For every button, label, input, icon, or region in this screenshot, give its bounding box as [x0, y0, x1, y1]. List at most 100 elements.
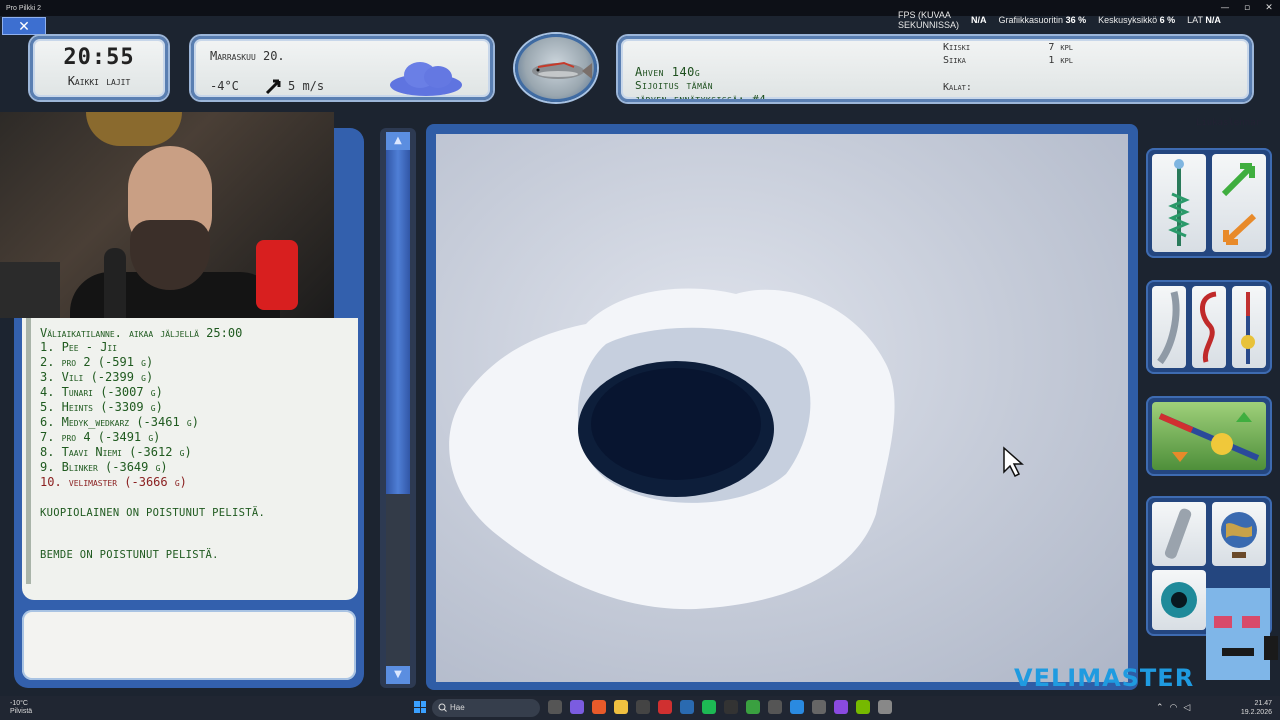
- streamer-watermark: VELIMASTER: [1014, 664, 1195, 692]
- chat-message: KUOPIOLAINEN ON POISTUNUT PELISTÄ.: [40, 507, 266, 519]
- standing-row: 1. Pee - Jii: [40, 340, 118, 354]
- gpu-value: 36 %: [1065, 15, 1087, 25]
- performance-overlay: FPS (KUVAA SEKUNNISSA) N/A Grafiikkasuor…: [898, 8, 1280, 32]
- toolbox-rod: [1146, 396, 1272, 476]
- wifi-icon[interactable]: ◠: [1170, 702, 1178, 713]
- start-icon[interactable]: [414, 701, 426, 713]
- fish-count-row: Siika 1 kpl: [943, 55, 1073, 66]
- standing-row: 7. pro 4 (-3491 g): [40, 430, 161, 444]
- player-name-tag: Liukaslennar: [1196, 118, 1262, 128]
- chat-input[interactable]: [22, 610, 356, 680]
- lat-label: LAT: [1187, 15, 1203, 25]
- standing-row: 4. Tunari (-3007 g): [40, 385, 163, 399]
- globe-icon[interactable]: [1212, 502, 1266, 566]
- chat-log[interactable]: Väliaikatilanne. aikaa jäljellä 25:00 1.…: [22, 318, 358, 600]
- nvidia-icon[interactable]: [856, 700, 870, 714]
- standing-row: 6. Medyk_wedkarz (-3461 g): [40, 415, 199, 429]
- ice-hole-graphic: [449, 288, 895, 610]
- folder-icon[interactable]: [614, 700, 628, 714]
- app-icon[interactable]: [790, 700, 804, 714]
- game-window-icon[interactable]: [878, 700, 892, 714]
- app-icon[interactable]: [834, 700, 848, 714]
- chat-message: BEMDE ON POISTUNUT PELISTÄ.: [40, 549, 219, 561]
- taskbar-search[interactable]: Hae: [432, 699, 540, 717]
- search-icon: [438, 703, 447, 712]
- taskbar-apps: [548, 700, 892, 714]
- cloud-icon: [390, 62, 462, 96]
- app-icon[interactable]: [724, 700, 738, 714]
- system-tray: ⌃ ◠ ◁: [1156, 702, 1190, 713]
- taskbar-weather-temp: -10°C: [10, 700, 28, 707]
- weather-panel: Marraskuu 20. -4°C 5 m/s: [191, 36, 493, 100]
- knife-icon[interactable]: [1152, 502, 1206, 566]
- rod-reel-icon[interactable]: [1152, 402, 1266, 470]
- chat-scrollbar[interactable]: [26, 318, 31, 584]
- weather-date: Marraskuu 20.: [210, 49, 285, 63]
- ice-drill-icon[interactable]: [1152, 154, 1206, 252]
- scroll-thumb[interactable]: [386, 150, 410, 494]
- fish-count-list: Kiiski 7 kpl Siika 1 kpl Kalat:: [943, 41, 1073, 94]
- spotify-icon[interactable]: [702, 700, 716, 714]
- fps-value: N/A: [971, 15, 987, 25]
- game-close-button[interactable]: ✕: [2, 17, 46, 35]
- taskbar-clock[interactable]: 21.47 19.2.2026: [1241, 699, 1272, 717]
- temperature: -4°C: [210, 79, 239, 93]
- catch-record: järven ennätyksissä: #4: [635, 93, 767, 102]
- webcam-overlay: [0, 112, 334, 318]
- fish-list-header: Kalat:: [943, 82, 972, 93]
- search-placeholder: Hae: [450, 703, 465, 712]
- tray-chevron-icon[interactable]: ⌃: [1156, 702, 1164, 713]
- store-icon[interactable]: [636, 700, 650, 714]
- standing-row: 3. Vili (-2399 g): [40, 370, 154, 384]
- perch-fish-icon: [532, 61, 592, 79]
- scroll-up-button[interactable]: ▲: [386, 132, 410, 150]
- browser-icon[interactable]: [592, 700, 606, 714]
- standings-header: Väliaikatilanne. aikaa jäljellä 25:00: [40, 326, 243, 340]
- wind-speed: 5 m/s: [288, 79, 325, 93]
- wind-arrow-icon: [265, 79, 281, 95]
- standing-row: 2. pro 2 (-591 g): [40, 355, 154, 369]
- catch-placement: Sijoitus tämän: [635, 79, 714, 92]
- view-scrollbar[interactable]: ▲ ▼: [380, 128, 416, 688]
- toolbox-drill: [1146, 148, 1272, 258]
- standing-row: 8. Taavi Niemi (-3612 g): [40, 445, 192, 459]
- current-fish-badge: [515, 34, 597, 102]
- standing-row: 9. Blinker (-3649 g): [40, 460, 168, 474]
- cpu-label: Keskusyksikkö: [1098, 15, 1158, 25]
- cursor-icon: [1003, 446, 1024, 478]
- move-arrows-icon[interactable]: [1212, 154, 1266, 252]
- scroll-down-button[interactable]: ▼: [386, 666, 410, 684]
- worm-bait-icon[interactable]: [1192, 286, 1226, 368]
- species-mode: Kaikki lajit: [67, 74, 131, 88]
- app-icon[interactable]: [768, 700, 782, 714]
- standing-row: 5. Heints (-3309 g): [40, 400, 163, 414]
- standings-list: 1. Pee - Jii 2. pro 2 (-591 g) 3. Vili (…: [40, 340, 358, 490]
- steam-icon[interactable]: [680, 700, 694, 714]
- cpu-value: 6 %: [1159, 15, 1176, 25]
- lure-silver-icon[interactable]: [1152, 286, 1186, 368]
- ice-hole-view[interactable]: [436, 134, 1128, 682]
- lat-value: N/A: [1205, 15, 1221, 25]
- fish-count-row: Kiiski 7 kpl: [943, 42, 1073, 53]
- standing-row-self: 10. velimaster (-3666 g): [40, 475, 187, 489]
- app-icon[interactable]: [658, 700, 672, 714]
- gpu-label: Grafiikkasuoritin: [998, 15, 1064, 25]
- toolbox-lures: [1146, 280, 1272, 374]
- taskbar: -10°C Pilvistä Hae ⌃ ◠ ◁ 21.47 19.2.2026: [0, 696, 1280, 720]
- fps-label: FPS (KUVAA SEKUNNISSA): [898, 10, 960, 30]
- task-view-icon[interactable]: [548, 700, 562, 714]
- microphone-icon: [256, 240, 298, 310]
- taskbar-weather[interactable]: -10°C Pilvistä: [10, 700, 32, 716]
- rod-icon[interactable]: [1232, 286, 1266, 368]
- window-title: Pro Pilkki 2: [6, 4, 42, 12]
- volume-icon[interactable]: ◁: [1183, 702, 1190, 713]
- catch-title: Ahven 140g: [635, 65, 701, 79]
- taskbar-weather-desc: Pilvistä: [10, 708, 33, 715]
- taskbar-date: 19.2.2026: [1240, 709, 1272, 716]
- app-icon[interactable]: [570, 700, 584, 714]
- game-time: 20:55: [63, 45, 135, 70]
- xbox-icon[interactable]: [746, 700, 760, 714]
- clock-panel: 20:55 Kaikki lajit: [30, 36, 168, 100]
- app-icon[interactable]: [812, 700, 826, 714]
- mascot-icon: [1206, 588, 1278, 680]
